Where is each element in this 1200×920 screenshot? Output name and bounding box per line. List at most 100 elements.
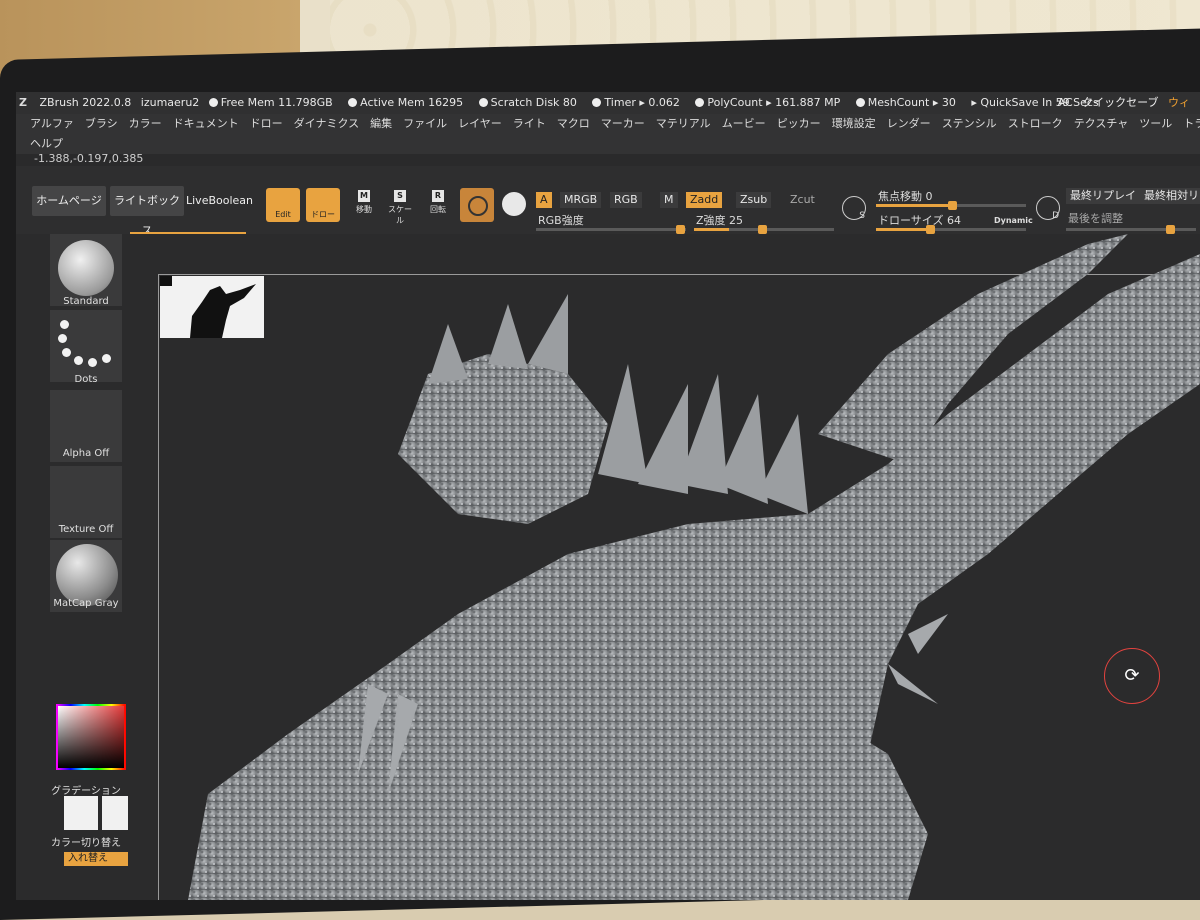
polyframe-button[interactable] <box>460 188 494 222</box>
menu-item[interactable]: ドキュメント <box>173 117 239 130</box>
menu-item[interactable]: ムービー <box>722 117 766 130</box>
liveboolean-button[interactable]: LiveBoolean <box>186 186 253 216</box>
focal-shift-slider[interactable] <box>876 201 1026 210</box>
window-menu[interactable]: ウィ <box>1168 96 1190 109</box>
app-title: ZBrush 2022.0.8 <box>39 96 132 109</box>
polycount: PolyCount ▸ 161.887 MP <box>695 96 846 109</box>
scale-icon: S <box>394 190 406 202</box>
meshcount: MeshCount ▸ 30 <box>855 96 962 109</box>
rgb-toggle[interactable]: RGB <box>610 192 642 208</box>
alpha-label: Alpha Off <box>62 448 110 459</box>
home-page-button[interactable]: ホームページ <box>32 186 106 216</box>
menu-row-main: アルファ ブラシ カラー ドキュメント ドロー ダイナミクス 編集 ファイル レイヤー ライト マク… <box>30 114 1200 134</box>
menu-item[interactable]: トランスフォーム <box>1183 117 1200 130</box>
menu-item[interactable]: ブラシ <box>85 117 118 130</box>
m-toggle[interactable]: M <box>660 192 678 208</box>
menu-item[interactable]: ダイナミクス <box>294 117 359 130</box>
material-sphere-icon[interactable] <box>502 192 526 216</box>
gradient-label: グラデーション <box>51 786 121 797</box>
scratch-disk: Scratch Disk 80 <box>478 96 583 109</box>
zcut-toggle[interactable]: Zcut <box>786 192 819 208</box>
menu-item-help[interactable]: ヘルプ <box>30 137 63 150</box>
user-name: izumaeru2 <box>140 96 200 109</box>
s-brush-icon[interactable]: S <box>842 196 866 221</box>
quicksave-group: AC クイックセーブ ウィ <box>1058 92 1190 114</box>
menu-item[interactable]: テクスチャ <box>1074 117 1129 130</box>
menu-item[interactable]: ライト <box>513 117 546 130</box>
lightbox-button[interactable]: ライトボックス <box>110 186 184 237</box>
menu-item[interactable]: マクロ <box>557 117 590 130</box>
dot-icon <box>62 348 71 357</box>
title-bar: Z ZBrush 2022.0.8 izumaeru2 Free Mem 11.… <box>16 92 1200 114</box>
draw-size-slider[interactable] <box>876 225 1026 234</box>
d-brush-icon[interactable]: D <box>1036 196 1060 221</box>
menu-item[interactable]: ドロー <box>250 117 283 130</box>
zadd-toggle[interactable]: Zadd <box>686 192 723 208</box>
a-toggle[interactable]: A <box>536 192 552 208</box>
status-dot-icon <box>208 98 218 107</box>
zsub-toggle[interactable]: Zsub <box>736 192 772 208</box>
menu-item[interactable]: レンダー <box>887 117 931 130</box>
menu-item[interactable]: ピッカー <box>777 117 821 130</box>
ac-label: AC <box>1057 96 1073 109</box>
menu-item[interactable]: カラー <box>129 117 162 130</box>
last-replay-button[interactable]: 最終リプレイ <box>1066 188 1140 204</box>
adjust-last-slider[interactable] <box>1066 225 1196 234</box>
last-relative-replay-button[interactable]: 最終相対リプレ <box>1140 188 1200 204</box>
dynamic-toggle[interactable]: Dynamic <box>994 216 1033 225</box>
rotate-button[interactable]: R 回転 <box>424 190 452 220</box>
move-button[interactable]: M 移動 <box>350 190 378 220</box>
menu-item[interactable]: 環境設定 <box>832 117 876 130</box>
menu-row-help: ヘルプ <box>30 134 74 154</box>
zbrush-window: Z ZBrush 2022.0.8 izumaeru2 Free Mem 11.… <box>16 92 1200 900</box>
texture-label: Texture Off <box>58 524 114 535</box>
canvas-viewport[interactable]: ⟳ <box>128 234 1200 900</box>
dot-icon <box>60 320 69 329</box>
rotate-navigator-icon[interactable]: ⟳ <box>1104 648 1160 704</box>
top-shelf: ホームページ ライトボックス LiveBoolean Edit ドロー M 移動 … <box>16 166 1200 237</box>
z-intensity-label: Z強度 25 <box>696 214 744 227</box>
status-dot-icon <box>592 98 602 107</box>
status-dot-icon <box>478 98 488 107</box>
rgb-intensity-label: RGB強度 <box>538 214 584 227</box>
menu-item[interactable]: マーカー <box>601 117 645 130</box>
rotate-icon: R <box>432 190 444 202</box>
status-dot-icon <box>348 98 358 107</box>
scale-button[interactable]: S スケール <box>386 190 414 225</box>
color-swap-label: カラー切り替え <box>51 838 121 849</box>
menu-item[interactable]: ステンシル <box>942 117 997 130</box>
menu-item[interactable]: ストローク <box>1008 117 1063 130</box>
z-intensity-slider[interactable] <box>694 225 834 234</box>
mrgb-toggle[interactable]: MRGB <box>560 192 602 208</box>
stroke-slot[interactable] <box>50 310 122 382</box>
quick-save-button[interactable]: クイックセーブ <box>1082 96 1158 109</box>
menu-item[interactable]: 編集 <box>370 117 392 130</box>
adjust-last-label: 最後を調整 <box>1068 212 1123 225</box>
edit-mode-button[interactable]: Edit <box>266 188 300 222</box>
stroke-label: Dots <box>74 374 98 385</box>
color-picker[interactable] <box>56 704 126 770</box>
menu-item[interactable]: マテリアル <box>656 117 711 130</box>
dot-icon <box>102 354 111 363</box>
dot-icon <box>88 358 97 367</box>
draw-mode-button[interactable]: ドロー <box>306 188 340 222</box>
brush-label: Standard <box>63 296 109 307</box>
rgb-intensity-slider[interactable] <box>536 225 686 234</box>
standard-brush-icon <box>58 240 114 296</box>
main-color-swatch[interactable] <box>64 796 98 830</box>
menu-item[interactable]: レイヤー <box>458 117 502 130</box>
menu-item[interactable]: アルファ <box>30 117 74 130</box>
material-label: MatCap Gray <box>53 598 119 609</box>
zbrush-logo-icon: Z <box>19 96 27 109</box>
matcap-sphere-icon <box>56 544 118 606</box>
menu-item[interactable]: ファイル <box>403 117 447 130</box>
menu-item[interactable]: ツール <box>1139 117 1172 130</box>
draw-size-label: ドローサイズ 64 <box>878 214 961 227</box>
status-dot-icon <box>695 98 705 107</box>
menu-bar: アルファ ブラシ カラー ドキュメント ドロー ダイナミクス 編集 ファイル レイヤー ライト マク… <box>16 114 1200 154</box>
circle-icon <box>468 196 488 216</box>
dragon-sculpt <box>188 234 1200 900</box>
cursor-coordinates: -1.388,-0.197,0.385 <box>34 152 144 165</box>
left-tray: Standard Dots Alpha Off Texture Off MatC… <box>16 234 140 900</box>
active-mem: Active Mem 16295 <box>348 96 469 109</box>
